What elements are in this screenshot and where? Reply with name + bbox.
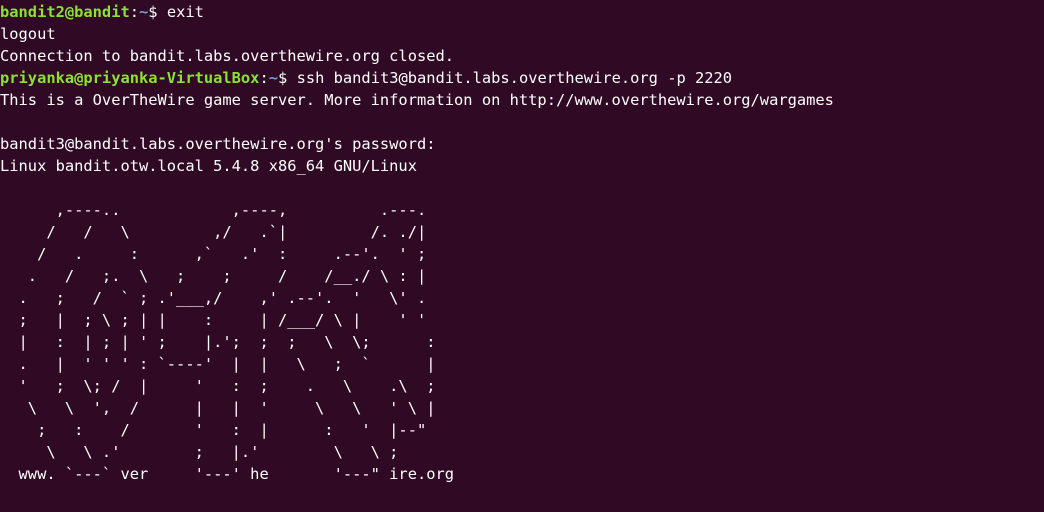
terminal-line-connection-closed: Connection to bandit.labs.overthewire.or… <box>0 47 455 65</box>
prompt-symbol: $ <box>278 69 297 87</box>
terminal-line-system-info: Linux bandit.otw.local 5.4.8 x86_64 GNU/… <box>0 157 417 175</box>
terminal-window[interactable]: bandit2@bandit:~$ exit logout Connection… <box>0 0 1044 512</box>
terminal-line-logout: logout <box>0 25 56 43</box>
prompt-path: ~ <box>139 3 149 21</box>
prompt-path: ~ <box>268 69 279 87</box>
command-text: ssh bandit3@bandit.labs.overthewire.org … <box>296 69 733 87</box>
prompt-symbol: $ <box>148 3 167 21</box>
prompt-user-host: bandit2@bandit <box>0 3 130 21</box>
prompt-separator: : <box>129 3 140 21</box>
command-text: exit <box>166 3 204 21</box>
otw-ascii-banner: ,----.. ,----, .---. / / \ ,/ .`| /. ./|… <box>18 201 455 483</box>
prompt-separator: : <box>259 69 269 87</box>
terminal-line-exit: bandit2@bandit:~$ exit <box>0 1 1044 23</box>
terminal-line-password-prompt: bandit3@bandit.labs.overthewire.org's pa… <box>0 135 436 153</box>
prompt-user-host: priyanka@priyanka-VirtualBox <box>0 69 260 87</box>
terminal-line-ssh: priyanka@priyanka-VirtualBox:~$ ssh band… <box>0 67 1044 89</box>
terminal-line-server-info: This is a OverTheWire game server. More … <box>0 91 834 109</box>
